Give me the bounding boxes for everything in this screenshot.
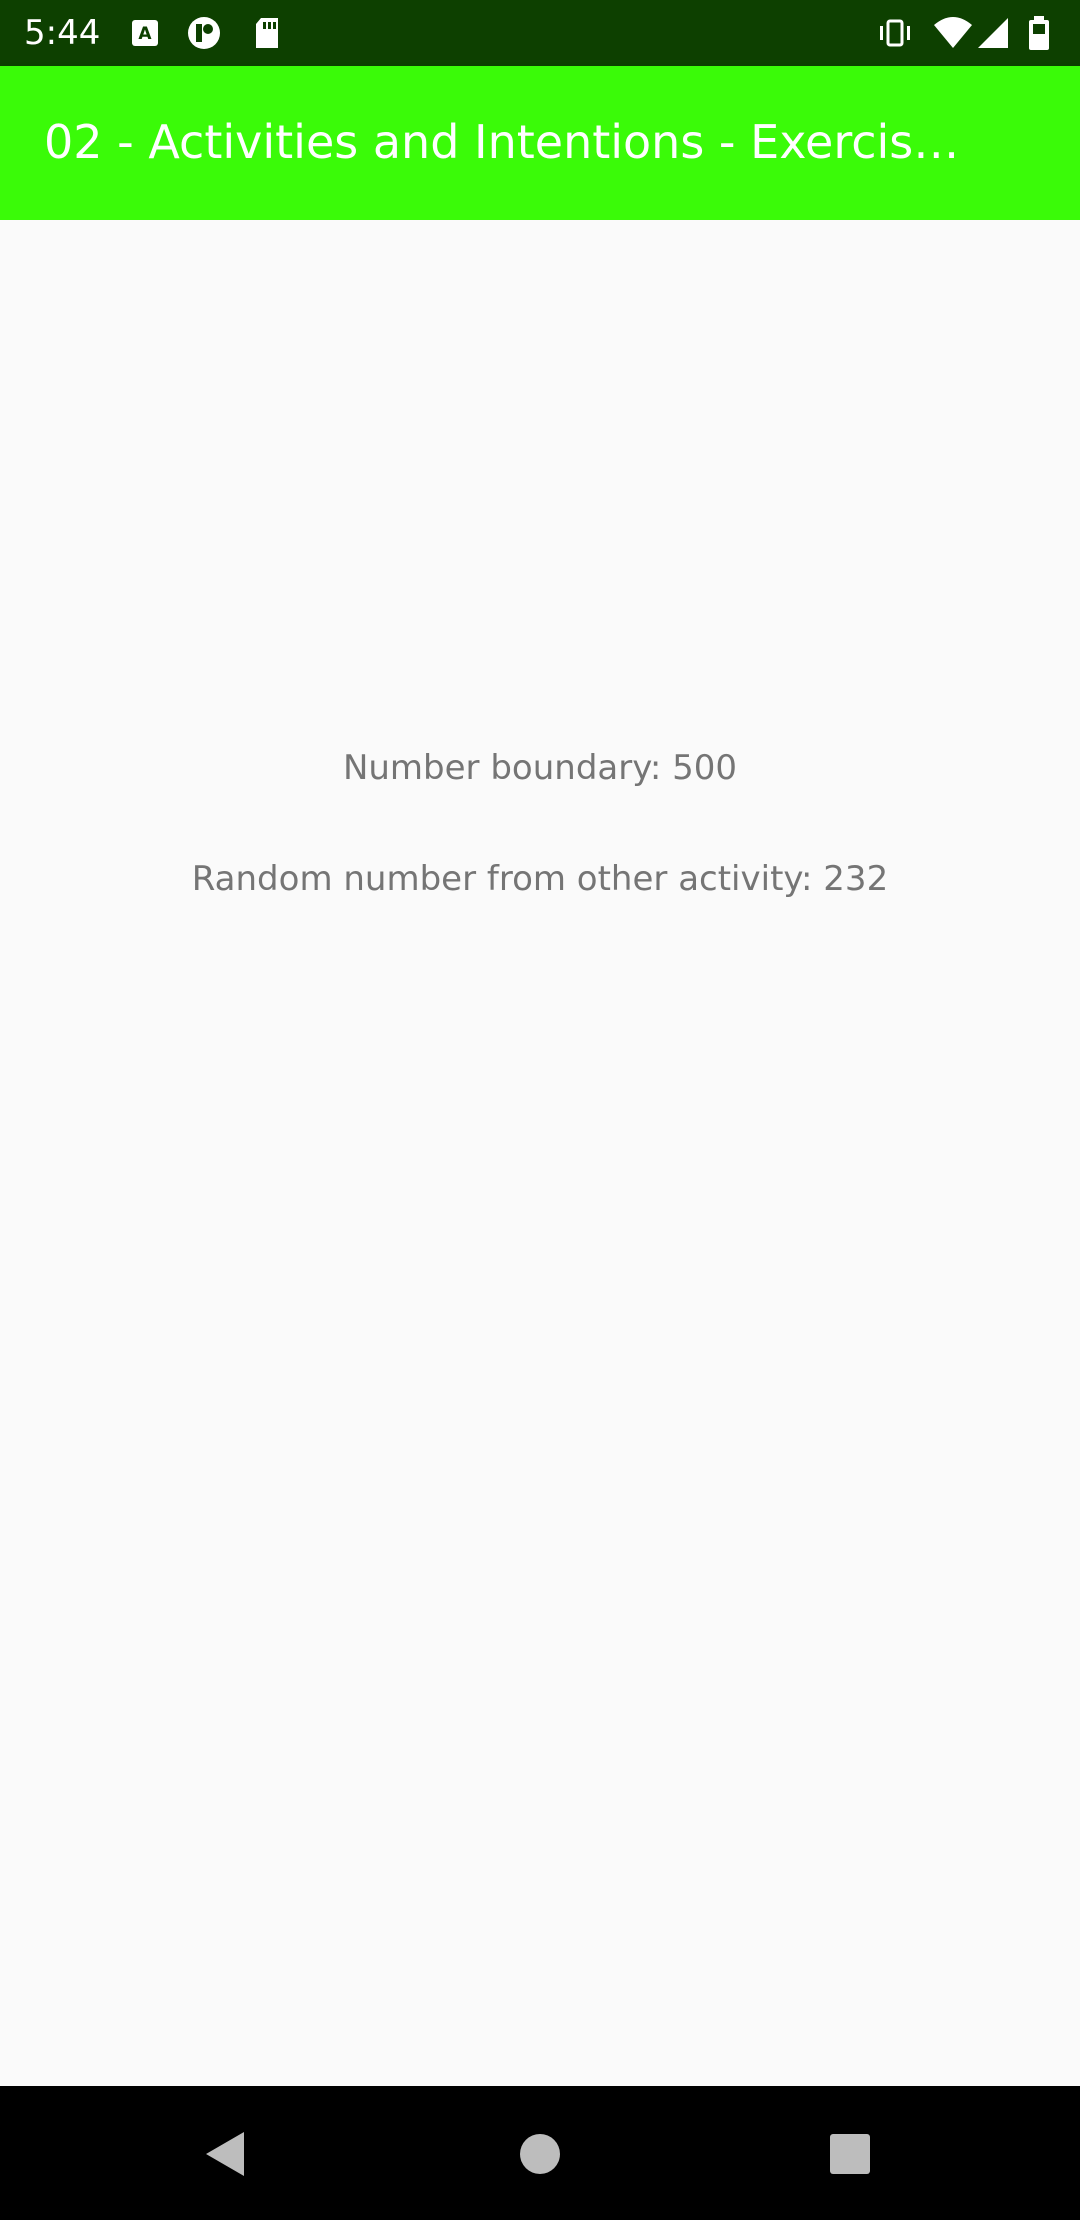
number-boundary-text: Number boundary: 500 bbox=[342, 748, 738, 788]
random-number-text: Random number from other activity: 232 bbox=[191, 859, 889, 899]
battery-icon bbox=[1029, 16, 1049, 50]
main-content: Number boundary: 500 Random number from … bbox=[0, 220, 1080, 2086]
app-title: 02 - Activities and Intentions - Exercis… bbox=[44, 115, 960, 169]
status-right-icons bbox=[876, 15, 1066, 51]
app-bar: 02 - Activities and Intentions - Exercis… bbox=[0, 66, 1080, 220]
wifi-icon bbox=[934, 17, 972, 48]
home-icon[interactable] bbox=[512, 2126, 568, 2182]
svg-text:A: A bbox=[138, 24, 152, 44]
a-box-icon: A bbox=[132, 20, 158, 46]
back-icon[interactable] bbox=[198, 2126, 254, 2182]
status-bar: 5:44 A bbox=[0, 0, 1080, 66]
status-time: 5:44 bbox=[24, 13, 101, 53]
navigation-bar bbox=[0, 2086, 1080, 2220]
sd-card-icon bbox=[256, 18, 278, 48]
recents-icon[interactable] bbox=[822, 2126, 878, 2182]
signal-icon bbox=[978, 18, 1008, 48]
recording-icon bbox=[188, 17, 220, 49]
vibrate-icon bbox=[880, 19, 910, 47]
